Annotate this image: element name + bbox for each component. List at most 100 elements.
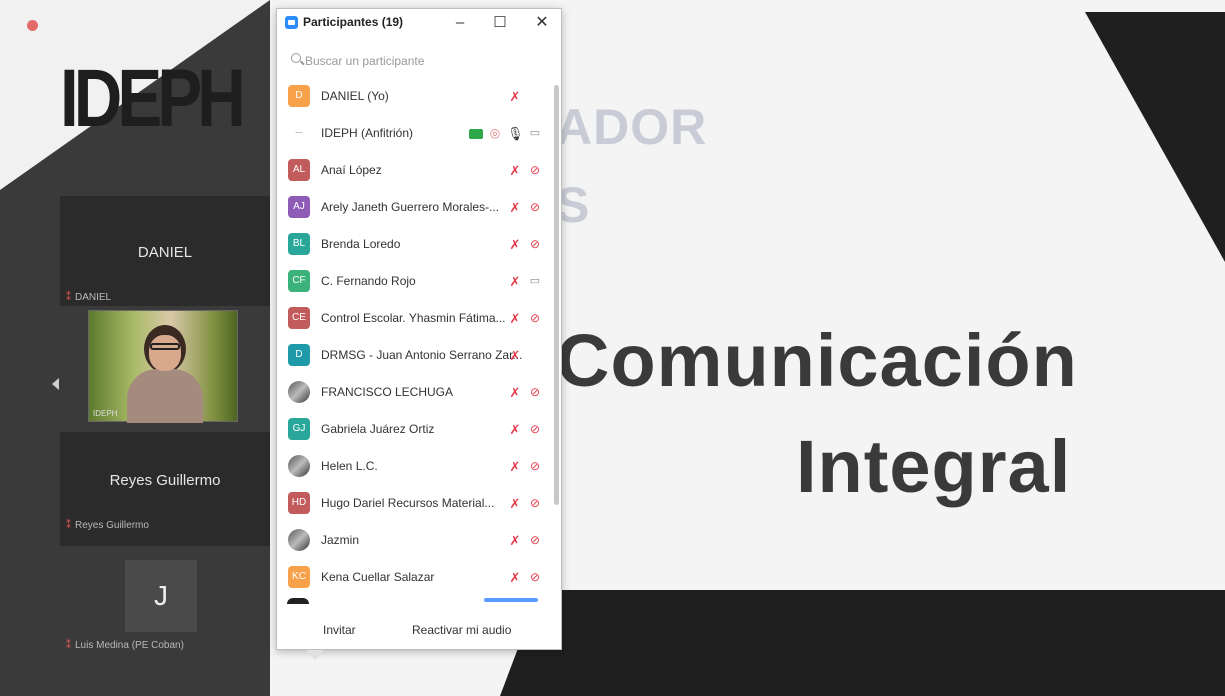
- camera-off-icon: ⊘: [529, 384, 541, 399]
- slide-decoration: [1085, 12, 1225, 262]
- camera-off-icon: ⊘: [529, 162, 541, 177]
- slide-decoration: [540, 590, 1225, 696]
- mic-off-icon: ✗: [509, 458, 521, 474]
- participant-row[interactable]: Helen L.C. ✗ ⊘: [277, 449, 553, 486]
- participant-row[interactable]: GJ Gabriela Juárez Ortiz ✗ ⊘: [277, 412, 553, 449]
- scrollbar-thumb[interactable]: [554, 85, 559, 505]
- mic-off-icon: ⁑: [66, 640, 71, 651]
- left-arrow-icon[interactable]: [52, 378, 59, 390]
- search-input[interactable]: [305, 49, 545, 73]
- camera-off-icon: ⊘: [529, 458, 541, 473]
- mic-off-icon: ✗: [509, 88, 521, 104]
- avatar: GJ: [288, 418, 310, 440]
- mic-off-icon: ⁑: [66, 520, 71, 531]
- unmute-audio-button[interactable]: Reactivar mi audio: [412, 623, 511, 637]
- participant-name: Brenda Loredo: [321, 237, 401, 251]
- camera-off-icon: ⊘: [529, 199, 541, 214]
- camera-off-icon: ⊘: [529, 532, 541, 547]
- tile-sub-name: DANIEL: [75, 292, 112, 303]
- participant-row[interactable]: — IDEPH (Anfitrión) ◎ 🎙 ▭: [277, 116, 553, 153]
- maximize-button[interactable]: ☐: [485, 12, 515, 34]
- participant-name: Gabriela Juárez Ortiz: [321, 422, 435, 436]
- mic-off-icon: ✗: [509, 347, 521, 363]
- camera-off-icon: ⊘: [529, 310, 541, 325]
- participant-row[interactable]: AL Anaí López ✗ ⊘: [277, 153, 553, 190]
- avatar: [288, 455, 310, 477]
- participant-name: FRANCISCO LECHUGA: [321, 385, 454, 399]
- tile-sub-name: IDEPH: [93, 409, 118, 418]
- mic-off-icon: ✗: [509, 532, 521, 548]
- avatar: [288, 381, 310, 403]
- avatar: [287, 598, 309, 604]
- video-person: [149, 335, 181, 371]
- participant-row[interactable]: D DRMSG - Juan Antonio Serrano Zar... ✗: [277, 338, 553, 375]
- search-icon: [291, 53, 301, 63]
- participant-name: C. Fernando Rojo: [321, 274, 416, 288]
- avatar[interactable]: J: [125, 560, 197, 632]
- tile-sub-label: ⁑ Luis Medina (PE Coban): [66, 640, 184, 651]
- host-badge-icon: [469, 128, 483, 139]
- participant-row[interactable]: Jazmin ✗ ⊘: [277, 523, 553, 560]
- avatar: KC: [288, 566, 310, 588]
- participant-status: ✗ ⊘: [503, 569, 543, 587]
- participant-row[interactable]: D DANIEL (Yo) ✗: [277, 79, 553, 116]
- participant-row[interactable]: BL Brenda Loredo ✗ ⊘: [277, 227, 553, 264]
- participant-status: ◎ 🎙 ▭: [465, 125, 543, 143]
- participant-status: ✗ ⊘: [503, 236, 543, 254]
- camera-off-icon: ⊘: [529, 495, 541, 510]
- tile-name: Reyes Guillermo: [109, 472, 221, 489]
- participant-list[interactable]: D DANIEL (Yo) ✗ — IDEPH (Anfitrión) ◎ 🎙 ▭ AL Anaí…: [277, 79, 553, 601]
- participant-name: Control Escolar. Yhasmin Fátima...: [321, 311, 506, 325]
- camera-off-icon: ⊘: [529, 236, 541, 251]
- slide-title-line-1: Comunicación: [556, 319, 1078, 402]
- panel-footer: Invitar Reactivar mi audio: [277, 613, 561, 649]
- participant-name: Anaí López: [321, 163, 382, 177]
- mic-icon: 🎙: [507, 125, 524, 141]
- participant-row[interactable]: AJ Arely Janeth Guerrero Morales-... ✗ ⊘: [277, 190, 553, 227]
- participant-name: Jazmin: [321, 533, 360, 547]
- avatar: D: [288, 344, 310, 366]
- tile-sub-name: Reyes Guillermo: [75, 520, 149, 531]
- participant-status: ✗: [503, 347, 543, 365]
- mic-off-icon: ✗: [509, 421, 521, 437]
- avatar: CE: [288, 307, 310, 329]
- slide-title-line-2: Integral: [796, 425, 1072, 508]
- avatar: HD: [288, 492, 310, 514]
- participant-name: Helen L.C.: [321, 459, 378, 473]
- slide-logo: IDEPH: [60, 53, 246, 144]
- participant-row[interactable]: CF C. Fernando Rojo ✗ ▭: [277, 264, 553, 301]
- participant-status: ✗ ▭: [503, 273, 543, 291]
- mic-off-icon: ✗: [509, 162, 521, 178]
- participant-status: ✗ ⊘: [503, 310, 543, 328]
- participant-row[interactable]: FRANCISCO LECHUGA ✗ ⊘: [277, 375, 553, 412]
- window-titlebar[interactable]: Participantes (19) – ☐ ✕: [277, 9, 561, 37]
- participant-row[interactable]: KC Kena Cuellar Salazar ✗ ⊘: [277, 560, 553, 597]
- participant-status: ✗ ⊘: [503, 421, 543, 439]
- participant-name: DRMSG - Juan Antonio Serrano Zar...: [321, 348, 523, 362]
- tile-sub-label: ⁑ Reyes Guillermo: [66, 520, 149, 531]
- participant-name: Kena Cuellar Salazar: [321, 570, 435, 584]
- window-title: Participantes (19): [303, 15, 404, 29]
- avatar: CF: [288, 270, 310, 292]
- close-button[interactable]: ✕: [527, 12, 557, 34]
- participant-row[interactable]: HD Hugo Dariel Recursos Material... ✗ ⊘: [277, 486, 553, 523]
- slide-faded-text: ADOR: [556, 99, 708, 155]
- video-tile-ideph[interactable]: IDEPH: [88, 310, 238, 423]
- mic-off-icon: ✗: [509, 569, 521, 585]
- participant-name: DANIEL (Yo): [321, 89, 389, 103]
- camera-icon: ▭: [529, 274, 541, 287]
- action-button[interactable]: [484, 598, 538, 602]
- video-tile-daniel[interactable]: DANIEL ⁑ DANIEL: [60, 196, 270, 306]
- participant-row[interactable]: CE Control Escolar. Yhasmin Fátima... ✗ ⊘: [277, 301, 553, 338]
- video-tile-reyes[interactable]: Reyes Guillermo ⁑ Reyes Guillermo: [60, 432, 270, 546]
- tile-sub-name: Luis Medina (PE Coban): [75, 640, 184, 651]
- mic-off-icon: ⁑: [66, 292, 71, 303]
- mic-off-icon: ✗: [509, 495, 521, 511]
- mic-off-icon: ✗: [509, 273, 521, 289]
- participant-status: ✗ ⊘: [503, 495, 543, 513]
- participant-name: Hugo Dariel Recursos Material...: [321, 496, 495, 510]
- scrollbar[interactable]: [553, 79, 561, 601]
- search-box[interactable]: [287, 49, 551, 73]
- minimize-button[interactable]: –: [445, 12, 475, 34]
- invite-button[interactable]: Invitar: [323, 623, 356, 637]
